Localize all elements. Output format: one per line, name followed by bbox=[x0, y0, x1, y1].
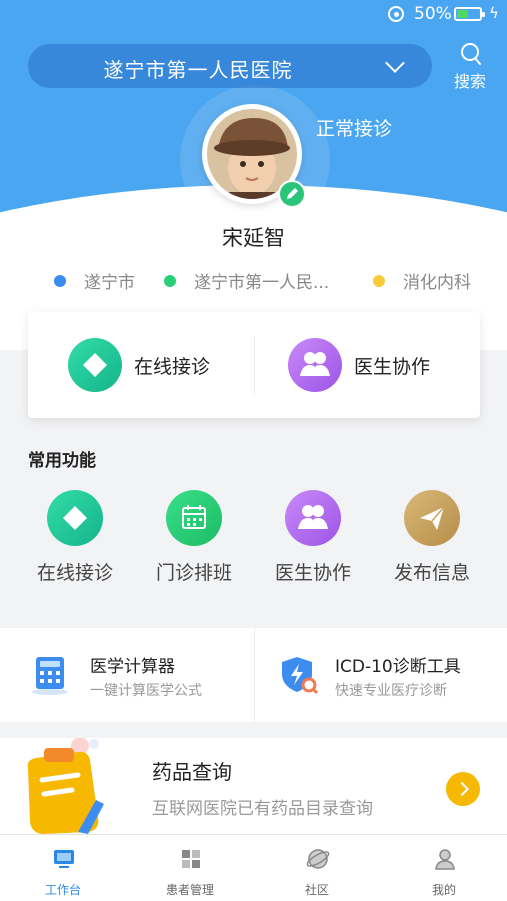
tab-label: 我的 bbox=[431, 883, 456, 897]
medical-calculator-button[interactable]: 医学计算器 一键计算医学公式 bbox=[0, 628, 254, 722]
drug-query-title: 药品查询 bbox=[152, 760, 232, 784]
clinic-icon bbox=[68, 338, 122, 392]
tools-card: 医学计算器 一键计算医学公式 ICD-10诊断工具 快速专业医疗诊断 bbox=[0, 628, 507, 722]
quick-label: 发布信息 bbox=[393, 562, 470, 584]
tool-title: 医学计算器 bbox=[90, 657, 175, 677]
tab-community[interactable]: 社区 bbox=[254, 835, 380, 901]
tag-dot bbox=[164, 275, 176, 287]
online-consult-button[interactable]: 在线接诊 bbox=[68, 338, 248, 392]
charging-icon: ϟ bbox=[489, 4, 499, 22]
doctor-tags: 遂宁市 遂宁市第一人民... 消化内科 bbox=[0, 268, 507, 296]
clinic-icon bbox=[47, 490, 103, 546]
desktop-icon bbox=[54, 850, 74, 868]
doctor-collab-label: 医生协作 bbox=[354, 356, 431, 378]
calculator-icon bbox=[32, 657, 68, 695]
tab-patients[interactable]: 患者管理 bbox=[127, 835, 253, 901]
paper-plane-glyph bbox=[420, 506, 445, 530]
clipboard-pen-icon bbox=[27, 738, 104, 834]
status-bar: 50% ϟ bbox=[0, 0, 507, 30]
icd10-tool-button[interactable]: ICD-10诊断工具 快速专业医疗诊断 bbox=[255, 628, 507, 722]
pencil-icon bbox=[287, 188, 298, 199]
planet-icon bbox=[306, 849, 330, 869]
chevron-right-icon[interactable] bbox=[446, 772, 480, 806]
paper-plane-icon bbox=[404, 490, 460, 546]
doctor-name: 宋延智 bbox=[222, 226, 285, 250]
shield-bolt-icon bbox=[282, 657, 319, 695]
tag-label: 消化内科 bbox=[403, 273, 471, 293]
doctor-collab-button[interactable]: 医生协作 bbox=[288, 338, 468, 392]
tool-subtitle: 一键计算医学公式 bbox=[90, 683, 202, 699]
calendar-glyph bbox=[182, 505, 206, 529]
quick-doctor-collab[interactable]: 医生协作 bbox=[253, 490, 373, 585]
tool-subtitle: 快速专业医疗诊断 bbox=[335, 683, 447, 699]
tool-title: ICD-10诊断工具 bbox=[335, 657, 461, 677]
tab-label: 患者管理 bbox=[165, 883, 214, 897]
doctors-icon bbox=[285, 490, 341, 546]
search-icon bbox=[461, 43, 481, 65]
edit-profile-button[interactable] bbox=[278, 180, 306, 208]
battery-level bbox=[457, 10, 468, 18]
tab-label: 社区 bbox=[304, 883, 329, 897]
quick-publish[interactable]: 发布信息 bbox=[372, 490, 492, 585]
common-functions: 在线接诊 门诊排班 医生协作 发布信息 bbox=[0, 490, 507, 590]
avatar[interactable] bbox=[202, 104, 306, 208]
clinic-glyph bbox=[83, 353, 107, 377]
tag-label: 遂宁市第一人民... bbox=[194, 273, 330, 293]
consult-status[interactable]: 正常接诊 bbox=[316, 114, 392, 141]
tab-me[interactable]: 我的 bbox=[381, 835, 507, 901]
quick-schedule[interactable]: 门诊排班 bbox=[134, 490, 254, 585]
doctors-glyph bbox=[300, 352, 330, 376]
tab-workbench[interactable]: 工作台 bbox=[0, 835, 126, 901]
orientation-lock-icon bbox=[388, 6, 404, 22]
hospital-name: 遂宁市第一人民医院 bbox=[103, 58, 293, 82]
quick-label: 在线接诊 bbox=[36, 562, 113, 584]
doctors-glyph bbox=[298, 505, 328, 529]
clinic-glyph bbox=[63, 506, 87, 530]
quick-label: 医生协作 bbox=[274, 562, 351, 584]
chevron-down-icon bbox=[385, 53, 405, 73]
search-button[interactable]: 搜索 bbox=[446, 38, 494, 92]
card-divider bbox=[254, 336, 255, 394]
drug-query-subtitle: 互联网医院已有药品目录查询 bbox=[152, 799, 373, 819]
tab-bar: 工作台 患者管理 社区 我的 bbox=[0, 834, 507, 901]
calendar-icon bbox=[166, 490, 222, 546]
battery-icon bbox=[454, 7, 485, 21]
hospital-selector[interactable]: 遂宁市第一人民医院 bbox=[28, 44, 432, 88]
battery-percent: 50% bbox=[414, 4, 452, 24]
doctors-icon bbox=[288, 338, 342, 392]
quick-online-consult[interactable]: 在线接诊 bbox=[15, 490, 135, 585]
tab-label: 工作台 bbox=[44, 883, 81, 897]
person-icon bbox=[435, 849, 455, 870]
tag-label: 遂宁市 bbox=[84, 273, 135, 293]
tag-dot bbox=[373, 275, 385, 287]
search-label: 搜索 bbox=[453, 72, 486, 91]
grid-icon bbox=[182, 850, 200, 868]
main-actions-card: 在线接诊 医生协作 bbox=[28, 312, 480, 418]
online-consult-label: 在线接诊 bbox=[134, 356, 211, 378]
tag-dot bbox=[54, 275, 66, 287]
common-functions-title: 常用功能 bbox=[28, 451, 96, 471]
quick-label: 门诊排班 bbox=[155, 562, 232, 584]
drug-query-banner[interactable]: 药品查询 互联网医院已有药品目录查询 bbox=[0, 738, 507, 834]
